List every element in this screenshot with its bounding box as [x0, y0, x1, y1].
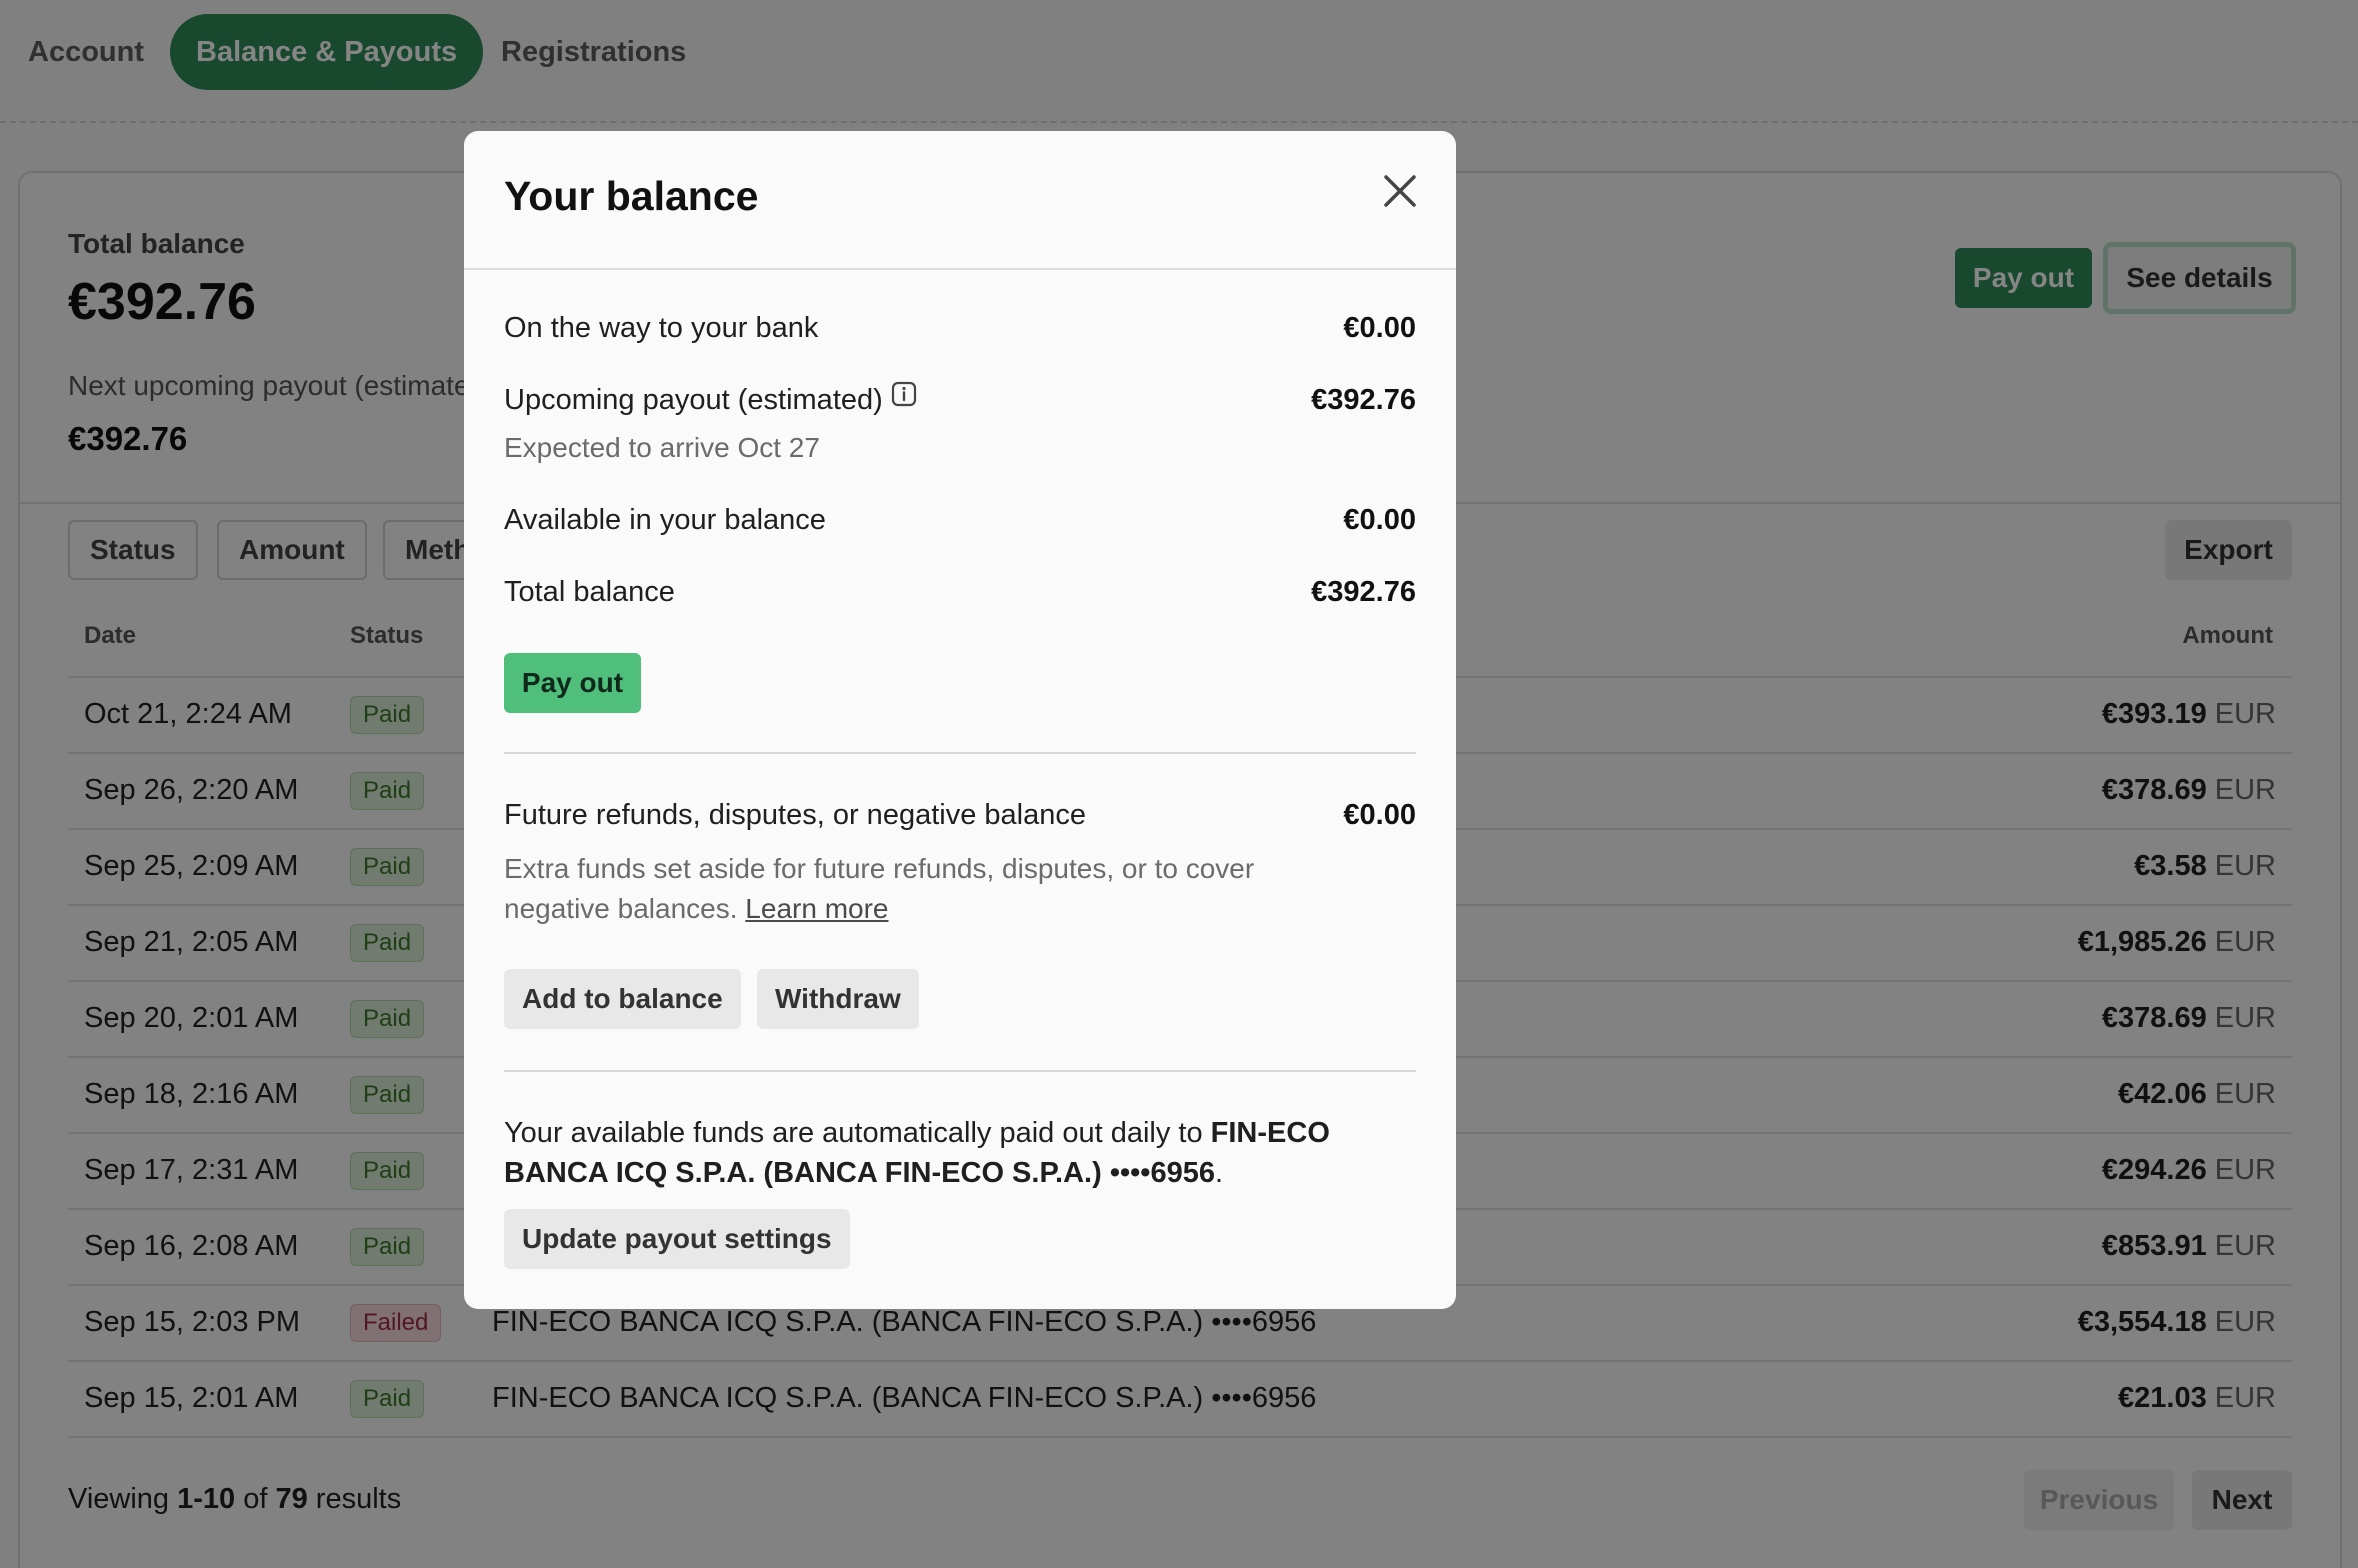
modal-total-balance-label: Total balance [504, 576, 675, 608]
modal-pay-out-button[interactable]: Pay out [504, 653, 641, 713]
available-balance-value: €0.00 [1343, 504, 1416, 536]
close-icon[interactable] [1378, 169, 1422, 213]
future-refunds-value: €0.00 [1343, 799, 1416, 831]
upcoming-payout-row: Upcoming payout (estimated) [504, 381, 917, 418]
update-payout-settings-button[interactable]: Update payout settings [504, 1209, 850, 1269]
modal-divider [504, 1070, 1416, 1072]
future-refunds-label: Future refunds, disputes, or negative ba… [504, 799, 1086, 831]
on-the-way-value: €0.00 [1343, 312, 1416, 344]
learn-more-link[interactable]: Learn more [745, 893, 888, 924]
modal-header-divider [464, 268, 1456, 270]
future-refunds-description: Extra funds set aside for future refunds… [504, 853, 1255, 924]
expected-arrival-text: Expected to arrive Oct 27 [504, 432, 820, 463]
modal-divider [504, 752, 1416, 754]
add-to-balance-button[interactable]: Add to balance [504, 969, 741, 1029]
info-icon[interactable] [891, 381, 917, 415]
modal-total-balance-value: €392.76 [1311, 576, 1416, 608]
available-balance-label: Available in your balance [504, 504, 826, 536]
auto-payout-info: Your available funds are automatically p… [504, 1117, 1330, 1189]
balance-modal: Your balance On the way to your bank €0.… [464, 131, 1456, 1309]
upcoming-payout-value: €392.76 [1311, 384, 1416, 416]
modal-title: Your balance [504, 173, 759, 219]
on-the-way-label: On the way to your bank [504, 312, 819, 344]
withdraw-button[interactable]: Withdraw [757, 969, 919, 1029]
upcoming-payout-label: Upcoming payout (estimated) [504, 384, 883, 416]
